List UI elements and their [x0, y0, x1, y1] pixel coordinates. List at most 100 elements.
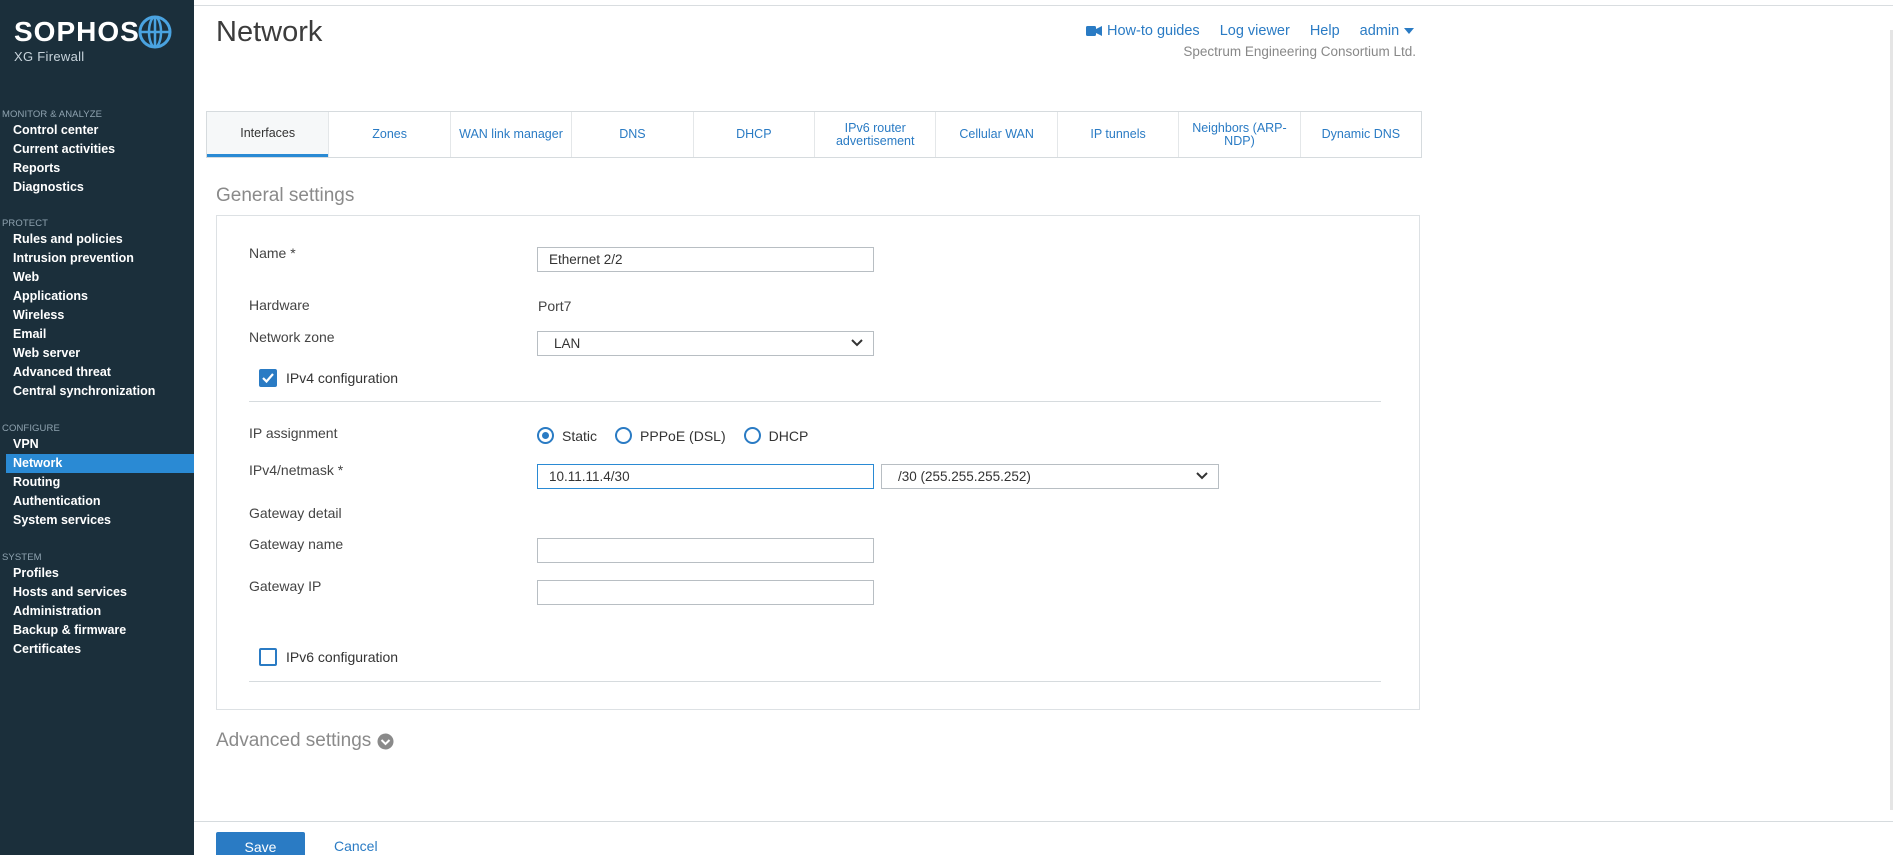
- advanced-settings-title: Advanced settings: [216, 730, 372, 751]
- name-label: Name *: [249, 245, 296, 261]
- gateway-ip-label: Gateway IP: [249, 578, 322, 594]
- gateway-name-input[interactable]: [537, 538, 874, 563]
- video-camera-icon: [1086, 26, 1102, 36]
- nav-header-configure: CONFIGURE: [2, 423, 60, 434]
- chevron-down-icon: [851, 339, 863, 347]
- nav-header-protect: PROTECT: [2, 218, 49, 229]
- ip-assignment-group: Static PPPoE (DSL) DHCP: [537, 427, 826, 444]
- sidebar-item-control-center[interactable]: Control center: [0, 121, 194, 140]
- ip-assignment-label: IP assignment: [249, 425, 338, 441]
- gateway-detail-label: Gateway detail: [249, 505, 342, 521]
- company-name: Spectrum Engineering Consortium Ltd.: [1183, 44, 1416, 59]
- chevron-down-icon: [1196, 472, 1208, 480]
- tab-dhcp[interactable]: DHCP: [692, 112, 814, 157]
- page-title: Network: [216, 16, 323, 48]
- gateway-ip-input[interactable]: [537, 580, 874, 605]
- admin-label: admin: [1359, 23, 1400, 39]
- sidebar-item-web-server[interactable]: Web server: [0, 344, 194, 363]
- sidebar-item-profiles[interactable]: Profiles: [0, 564, 194, 583]
- radio-pppoe-label: PPPoE (DSL): [640, 427, 726, 444]
- network-zone-label: Network zone: [249, 329, 335, 345]
- product-name: XG Firewall: [14, 49, 85, 64]
- tab-zones[interactable]: Zones: [328, 112, 449, 157]
- general-settings-panel: Name * Hardware Port7 Network zone LAN I…: [216, 215, 1420, 710]
- sidebar-item-hosts-and-services[interactable]: Hosts and services: [0, 583, 194, 602]
- save-button[interactable]: Save: [216, 832, 305, 855]
- sidebar-item-applications[interactable]: Applications: [0, 287, 194, 306]
- nav-section-system: SYSTEM Profiles Hosts and services Admin…: [0, 551, 194, 659]
- caret-down-icon: [1404, 28, 1415, 34]
- sidebar-item-vpn[interactable]: VPN: [0, 435, 194, 454]
- sidebar-item-administration[interactable]: Administration: [0, 602, 194, 621]
- nav-section-monitor: MONITOR & ANALYZE Control center Current…: [0, 108, 194, 197]
- sidebar-item-system-services[interactable]: System services: [0, 511, 194, 530]
- ipv6-divider: [249, 681, 1381, 682]
- sidebar-item-web[interactable]: Web: [0, 268, 194, 287]
- sidebar-item-authentication[interactable]: Authentication: [0, 492, 194, 511]
- brand-name: SOPHOS: [14, 16, 140, 47]
- ipv4-configuration-checkbox[interactable]: [259, 369, 277, 387]
- sidebar-item-rules-and-policies[interactable]: Rules and policies: [0, 230, 194, 249]
- cancel-button[interactable]: Cancel: [334, 838, 378, 854]
- ipv4-address-input[interactable]: [537, 464, 874, 489]
- tab-interfaces[interactable]: Interfaces: [207, 112, 329, 157]
- tab-neighbors[interactable]: Neighbors (ARP-NDP): [1178, 112, 1299, 157]
- ipv6-configuration-checkbox[interactable]: [259, 648, 277, 666]
- ipv6-configuration-label: IPv6 configuration: [286, 649, 399, 665]
- tab-cellular-wan[interactable]: Cellular WAN: [935, 112, 1056, 157]
- sidebar-item-advanced-threat[interactable]: Advanced threat: [0, 363, 194, 382]
- sidebar-item-reports[interactable]: Reports: [0, 159, 194, 178]
- ipv4-configuration-toggle[interactable]: IPv4 configuration: [259, 369, 398, 387]
- sidebar-item-central-synchronization[interactable]: Central synchronization: [0, 382, 194, 401]
- tab-ip-tunnels[interactable]: IP tunnels: [1056, 112, 1178, 157]
- tab-dynamic-dns[interactable]: Dynamic DNS: [1299, 112, 1421, 157]
- tab-wan-link-manager[interactable]: WAN link manager: [449, 112, 571, 157]
- gateway-name-label: Gateway name: [249, 536, 344, 552]
- nav-section-protect: PROTECT Rules and policies Intrusion pre…: [0, 217, 194, 401]
- how-to-guides-label: How-to guides: [1107, 23, 1200, 39]
- netmask-value: /30 (255.255.255.252): [898, 469, 1031, 484]
- ipv4-divider: [249, 401, 1381, 402]
- ipv4-configuration-label: IPv4 configuration: [286, 370, 399, 386]
- sidebar-item-intrusion-prevention[interactable]: Intrusion prevention: [0, 249, 194, 268]
- nav-header-monitor: MONITOR & ANALYZE: [2, 109, 103, 120]
- nav-section-configure: CONFIGURE VPN Network Routing Authentica…: [0, 422, 194, 530]
- tab-ipv6-router-advertisement[interactable]: IPv6 router advertisement: [814, 112, 935, 157]
- top-links: How-to guides Log viewer Help admin: [1086, 23, 1415, 39]
- name-input[interactable]: [537, 247, 874, 272]
- radio-static-label: Static: [562, 427, 598, 444]
- advanced-settings-toggle[interactable]: Advanced settings: [216, 730, 394, 752]
- sidebar-item-wireless[interactable]: Wireless: [0, 306, 194, 325]
- radio-static[interactable]: Static: [537, 427, 597, 444]
- sidebar-item-email[interactable]: Email: [0, 325, 194, 344]
- radio-dhcp[interactable]: DHCP: [743, 427, 809, 444]
- chevron-circle-down-icon: [377, 733, 394, 749]
- netmask-select[interactable]: /30 (255.255.255.252): [881, 464, 1219, 489]
- sidebar-item-current-activities[interactable]: Current activities: [0, 140, 194, 159]
- sidebar-item-routing[interactable]: Routing: [0, 473, 194, 492]
- help-link[interactable]: Help: [1310, 23, 1340, 39]
- hardware-value: Port7: [538, 298, 572, 314]
- how-to-guides-link[interactable]: How-to guides: [1086, 23, 1200, 39]
- radio-dhcp-label: DHCP: [768, 427, 809, 444]
- top-divider: [194, 5, 1893, 6]
- sidebar-item-backup-firmware[interactable]: Backup & firmware: [0, 621, 194, 640]
- sidebar-item-diagnostics[interactable]: Diagnostics: [0, 178, 194, 197]
- nav-header-system: SYSTEM: [2, 552, 42, 563]
- hardware-label: Hardware: [249, 297, 310, 313]
- ipv6-configuration-toggle[interactable]: IPv6 configuration: [259, 648, 398, 666]
- main-content: Network How-to guides Log viewer Help ad…: [194, 0, 1893, 855]
- log-viewer-link[interactable]: Log viewer: [1220, 23, 1290, 39]
- admin-menu[interactable]: admin: [1360, 23, 1415, 39]
- network-zone-value: LAN: [554, 336, 581, 351]
- globe-icon: [138, 15, 172, 49]
- network-zone-select[interactable]: LAN: [537, 331, 874, 356]
- check-icon: [262, 373, 274, 383]
- ipv4-netmask-label: IPv4/netmask *: [249, 462, 344, 478]
- tab-dns[interactable]: DNS: [571, 112, 692, 157]
- tab-bar: Interfaces Zones WAN link manager DNS DH…: [206, 111, 1422, 158]
- radio-pppoe[interactable]: PPPoE (DSL): [615, 427, 726, 444]
- sidebar-item-network[interactable]: Network: [6, 454, 194, 473]
- sophos-logo[interactable]: SOPHOS XG Firewall: [14, 15, 172, 64]
- sidebar-item-certificates[interactable]: Certificates: [0, 640, 194, 659]
